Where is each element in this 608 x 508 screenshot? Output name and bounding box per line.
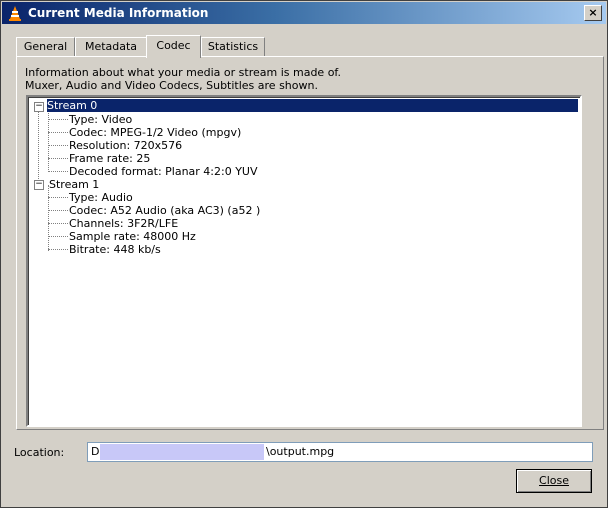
tree-leaf[interactable]: Codec: MPEG-1/2 Video (mpgv) — [69, 126, 241, 139]
tree-line — [48, 197, 68, 198]
tree-leaf[interactable]: Type: Video — [69, 113, 132, 126]
tree-line — [48, 185, 49, 251]
tree-leaf[interactable]: Channels: 3F2R/LFE — [69, 217, 178, 230]
close-icon[interactable]: × — [584, 5, 602, 21]
tree-line — [38, 107, 39, 185]
tab-general[interactable]: General — [16, 37, 75, 56]
codec-description-line1: Information about what your media or str… — [25, 66, 341, 79]
tree-line — [48, 158, 68, 159]
tree-line — [48, 107, 49, 172]
tree-node-stream-1[interactable]: Stream 1 — [49, 178, 99, 191]
tab-codec[interactable]: Codec — [146, 35, 201, 58]
tree-leaf[interactable]: Resolution: 720x576 — [69, 139, 182, 152]
tree-leaf[interactable]: Codec: A52 Audio (aka AC3) (a52 ) — [69, 204, 260, 217]
stream-label: Stream 0 — [47, 99, 98, 112]
tree-line — [48, 145, 68, 146]
tree-leaf[interactable]: Bitrate: 448 kb/s — [69, 243, 161, 256]
codec-tree[interactable]: − Stream 0 Type: Video Codec: MPEG-1/2 V… — [26, 95, 582, 427]
redacted-path — [100, 444, 264, 460]
location-label: Location: — [14, 446, 65, 459]
window-title: Current Media Information — [28, 6, 209, 20]
tree-node-stream-0[interactable]: Stream 0 — [47, 99, 578, 112]
codec-description-line2: Muxer, Audio and Video Codecs, Subtitles… — [25, 79, 318, 92]
tree-line — [48, 132, 68, 133]
tree-leaf[interactable]: Decoded format: Planar 4:2:0 YUV — [69, 165, 258, 178]
tree-leaf[interactable]: Type: Audio — [69, 191, 133, 204]
tree-line — [48, 119, 68, 120]
title-bar[interactable]: Current Media Information × — [2, 2, 606, 24]
tree-line — [48, 236, 68, 237]
minus-icon[interactable]: − — [34, 180, 44, 190]
tab-statistics[interactable]: Statistics — [201, 37, 265, 56]
location-field[interactable]: D \output.mpg — [87, 442, 593, 462]
tree-leaf[interactable]: Sample rate: 48000 Hz — [69, 230, 196, 243]
location-prefix: D — [91, 445, 100, 458]
tab-metadata[interactable]: Metadata — [75, 37, 147, 56]
tree-leaf[interactable]: Frame rate: 25 — [69, 152, 150, 165]
tree-line — [48, 210, 68, 211]
tree-line — [48, 171, 68, 172]
vlc-cone-icon — [9, 6, 21, 21]
tree-line — [48, 223, 68, 224]
minus-icon[interactable]: − — [34, 102, 44, 112]
close-button[interactable]: Close — [516, 469, 592, 493]
location-suffix: \output.mpg — [266, 445, 335, 458]
tree-line — [48, 249, 68, 250]
close-button-label: Close — [539, 474, 569, 487]
